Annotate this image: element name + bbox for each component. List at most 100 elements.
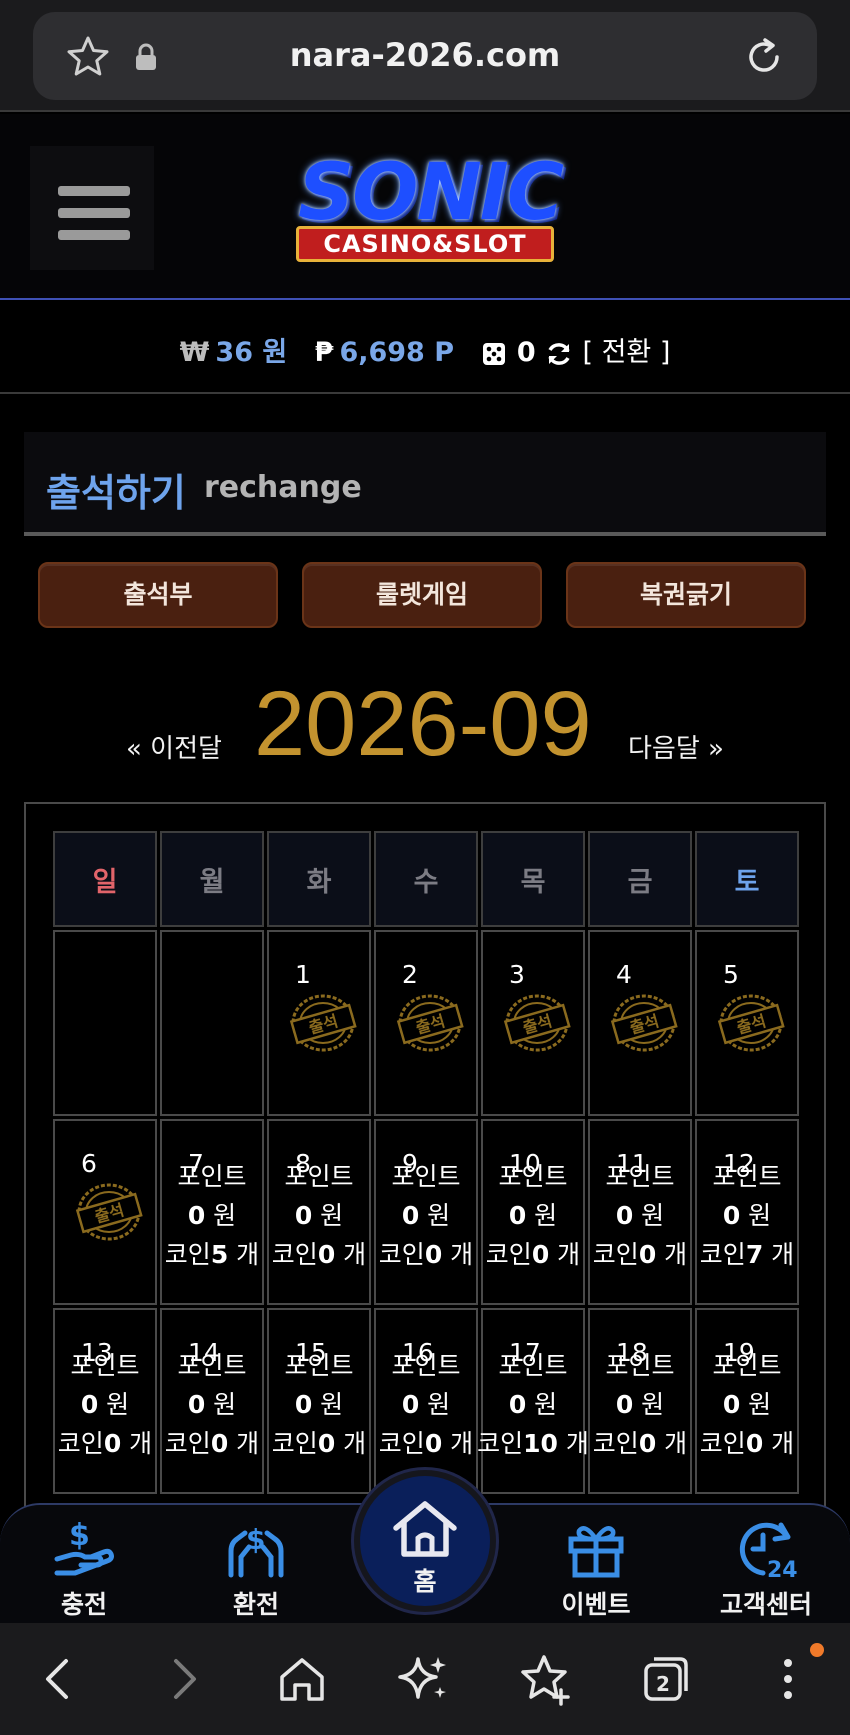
calendar-week-row: 1 출석 2 출석 3 출석 4 출석 5 출석 (53, 930, 799, 1116)
coin-amount-line: 코인0 개 (370, 1424, 482, 1463)
tab-lottery[interactable]: 복권긁기 (566, 562, 806, 628)
won-unit: 원 (320, 1201, 344, 1230)
calendar-day-cell[interactable]: 8 포인트 0 원 코인0 개 (267, 1119, 371, 1305)
calendar-day-cell[interactable]: 3 출석 (481, 930, 585, 1116)
coin-amount-line: 코인0 개 (263, 1235, 375, 1274)
won-unit: 원 (106, 1390, 130, 1419)
coin-amount: 10 (523, 1429, 558, 1458)
bookmarks-icon[interactable] (518, 1651, 574, 1707)
tab-attendance[interactable]: 출석부 (38, 562, 278, 628)
dice-count: 0 (516, 337, 536, 368)
point-amount-line: 0 원 (691, 1196, 803, 1235)
point-amount-line: 0 원 (49, 1385, 161, 1424)
prev-month-link[interactable]: « 이전달 (126, 728, 222, 765)
reward-info: 포인트 0 원 코인10 개 (477, 1346, 589, 1463)
attendance-calendar: 일 월 화 수 목 금 토 1 출석 2 출석 3 출석 4 출석 5 출석 6 출석 7 포인트 0 원코… (50, 828, 802, 1497)
calendar-day-cell[interactable]: 13 포인트 0 원 코인0 개 (53, 1308, 157, 1494)
point-amount: 0 (722, 1390, 741, 1419)
back-icon[interactable] (30, 1651, 86, 1707)
calendar-day-cell[interactable]: 10 포인트 0 원 코인0 개 (481, 1119, 585, 1305)
current-month: 2026-09 (254, 673, 592, 775)
point-label: 포인트 (498, 1351, 568, 1380)
point-amount: 0 (294, 1201, 313, 1230)
point-amount: 0 (80, 1390, 99, 1419)
logo-subtitle: CASINO&SLOT (296, 226, 554, 262)
weekday-header: 화 (267, 831, 371, 927)
calendar-day-cell[interactable]: 18 포인트 0 원 코인0 개 (588, 1308, 692, 1494)
point-amount-line: 0 원 (691, 1385, 803, 1424)
coin-unit: 개 (343, 1240, 367, 1269)
refresh-icon[interactable] (545, 340, 573, 368)
coin-amount-line: 코인5 개 (156, 1235, 268, 1274)
coin-amount: 0 (638, 1240, 657, 1269)
weekday-header: 토 (695, 831, 799, 927)
switch-button[interactable]: [ 전환 ] (582, 337, 670, 368)
hamburger-menu-button[interactable] (30, 146, 154, 270)
calendar-day-cell[interactable]: 19 포인트 0 원 코인0 개 (695, 1308, 799, 1494)
calendar-day-cell[interactable]: 2 출석 (374, 930, 478, 1116)
coin-unit: 개 (236, 1240, 260, 1269)
point-amount: 0 (401, 1390, 420, 1419)
calendar-container: 일 월 화 수 목 금 토 1 출석 2 출석 3 출석 4 출석 5 출석 6 출석 7 포인트 0 원코… (24, 802, 826, 1522)
coin-amount-line: 코인0 개 (477, 1235, 589, 1274)
nav-withdraw[interactable]: $ 환전 (196, 1511, 316, 1621)
calendar-day-cell[interactable]: 16 포인트 0 원 코인0 개 (374, 1308, 478, 1494)
more-icon[interactable] (760, 1651, 816, 1707)
point-amount: 0 (615, 1201, 634, 1230)
calendar-day-cell[interactable]: 6 출석 (53, 1119, 157, 1305)
coin-label: 코인 (699, 1429, 746, 1458)
reload-icon[interactable] (741, 34, 787, 80)
sparkle-icon[interactable] (396, 1651, 452, 1707)
calendar-day-cell[interactable]: 4 출석 (588, 930, 692, 1116)
won-unit: 원 (427, 1390, 451, 1419)
forward-icon[interactable] (156, 1651, 212, 1707)
address-field[interactable]: nara-2026.com (33, 12, 817, 100)
coin-amount-line: 코인0 개 (370, 1235, 482, 1274)
browser-home-icon[interactable] (274, 1651, 330, 1707)
calendar-week-row: 6 출석 7 포인트 0 원 코인5 개 8 포인트 0 원 코인0 개 9 포인트 0 원 코인0 개1… (53, 1119, 799, 1305)
coin-label: 코인 (485, 1240, 532, 1269)
site-header: SONIC CASINO&SLOT (0, 114, 850, 300)
tabs-icon[interactable]: 2 (638, 1651, 694, 1707)
notification-dot (810, 1643, 824, 1657)
reward-info: 포인트 0 원코인0 개 (370, 1346, 482, 1463)
balance-bar: ₩36 원 ₱ 6,698 P 0 [ 전환 ] (0, 302, 850, 394)
site-logo[interactable]: SONIC CASINO&SLOT (240, 144, 610, 274)
coin-amount-line: 코인0 개 (584, 1424, 696, 1463)
calendar-day-cell[interactable]: 11 포인트 0 원 코인0 개 (588, 1119, 692, 1305)
calendar-day-cell[interactable]: 1 출석 (267, 930, 371, 1116)
reward-info: 포인트 0 원 코인0 개 (156, 1346, 268, 1463)
reward-info: 포인트 0 원 코인7 개 (691, 1157, 803, 1274)
point-label: 포인트 (391, 1351, 461, 1380)
nav-home[interactable]: 홈 (354, 1470, 496, 1612)
nav-home-label: 홈 (413, 1567, 437, 1596)
calendar-day-cell[interactable]: 5 출석 (695, 930, 799, 1116)
reward-info: 포인트 0 원 코인0 개 (263, 1157, 375, 1274)
attendance-stamp-icon: 출석 (717, 994, 785, 1052)
won-unit: 원 (213, 1390, 237, 1419)
nav-support[interactable]: 24 고객센터 (706, 1511, 826, 1621)
won-unit: 원 (641, 1201, 665, 1230)
calendar-day-cell[interactable]: 9 포인트 0 원 코인0 개 (374, 1119, 478, 1305)
calendar-day-cell[interactable]: 12 포인트 0 원 코인7 개 (695, 1119, 799, 1305)
home-icon (393, 1501, 457, 1557)
coin-label: 코인 (271, 1429, 318, 1458)
calendar-week-row: 13 포인트 0 원 코인0 개 14 포인트 0 원 코인0 개 15 포인트 0 원 코인0 개 1… (53, 1308, 799, 1494)
calendar-day-cell[interactable]: 7 포인트 0 원 코인5 개 (160, 1119, 264, 1305)
calendar-day-cell[interactable]: 15 포인트 0 원 코인0 개 (267, 1308, 371, 1494)
calendar-day-cell[interactable]: 17 포인트 0 원 코인10 개 (477, 1308, 589, 1494)
tab-roulette[interactable]: 룰렛게임 (302, 562, 542, 628)
next-month-link[interactable]: 다음달 » (628, 728, 724, 765)
won-unit: 원 (534, 1390, 558, 1419)
nav-event[interactable]: 이벤트 (536, 1511, 656, 1621)
browser-toolbar: 2 (0, 1623, 850, 1735)
point-amount-line: 0 원 (263, 1385, 375, 1424)
calendar-day-cell[interactable]: 14 포인트 0 원 코인0 개 (160, 1308, 264, 1494)
month-navigation: « 이전달 2026-09 다음달 » (0, 672, 850, 782)
won-unit: 원 (641, 1390, 665, 1419)
coin-label: 코인 (477, 1429, 524, 1458)
nav-deposit[interactable]: $ 충전 (24, 1511, 144, 1621)
coin-label: 코인 (164, 1240, 211, 1269)
weekday-header: 월 (160, 831, 264, 927)
coin-amount-line: 코인10 개 (477, 1424, 589, 1463)
